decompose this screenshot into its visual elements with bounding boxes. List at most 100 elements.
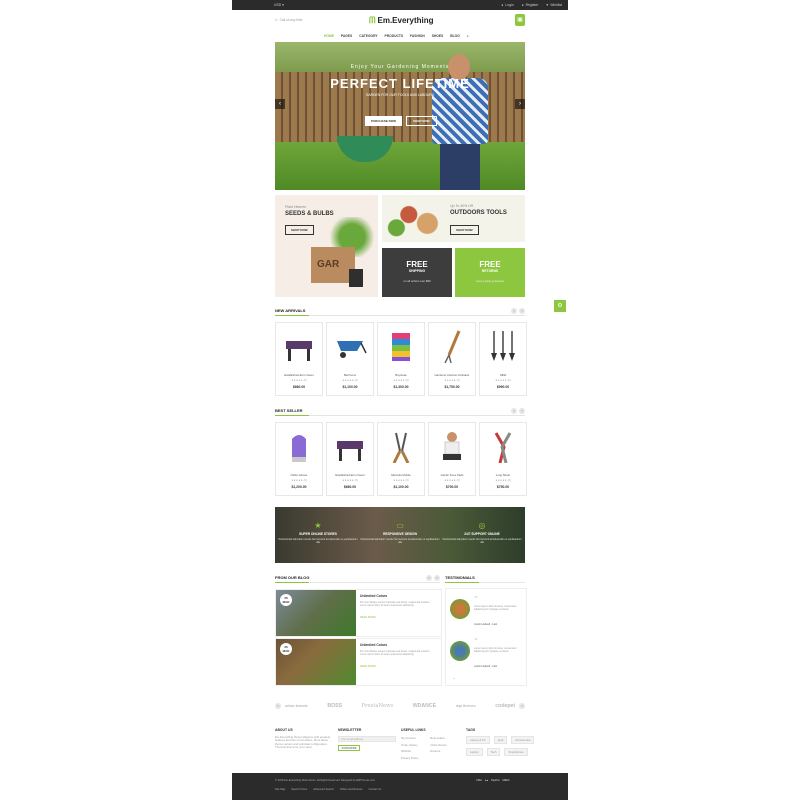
tag[interactable]: Tech: [486, 748, 501, 756]
next-arrow-icon[interactable]: ›: [519, 308, 525, 314]
product-card[interactable]: Gardio Knee Pads ★★★★★ (0) $700.00: [428, 422, 476, 496]
nav-item-home[interactable]: HOME: [324, 34, 334, 38]
product-image[interactable]: [384, 329, 418, 363]
nav-item-products[interactable]: PRODUCTS: [385, 34, 404, 38]
footer-link[interactable]: Privacy Policy: [401, 756, 418, 760]
free-returns-banner[interactable]: FREE RETURNS money back guarantee: [455, 248, 525, 297]
product-image[interactable]: [333, 329, 367, 363]
product-name[interactable]: Nitrile Gloves: [276, 473, 322, 477]
footer-bottom-link[interactable]: Advanced Search: [313, 788, 333, 791]
footer-link[interactable]: Order History: [401, 743, 418, 747]
product-card[interactable]: Buycleas ★★★★★ (0) $1,300.00: [377, 322, 425, 396]
product-image[interactable]: [435, 329, 469, 363]
footer-bottom-link[interactable]: Search Terms: [291, 788, 307, 791]
hero-prev-arrow-icon[interactable]: ‹: [275, 99, 285, 109]
product-rating: ★★★★★ (0): [291, 479, 307, 482]
blog-post[interactable]: 26 MAR Unlimited Colors Pro cum labique t…: [275, 638, 442, 686]
currency-selector[interactable]: USD ▾: [274, 3, 284, 7]
prev-arrow-icon[interactable]: ‹: [511, 308, 517, 314]
hero-next-arrow-icon[interactable]: ›: [515, 99, 525, 109]
footer-newsletter: NEWSLETTER Your email address SUBSCRIBE: [338, 728, 396, 751]
brand-logo[interactable]: urban brands: [285, 704, 308, 708]
brands-next-arrow-icon[interactable]: ›: [519, 703, 525, 709]
tools-banner[interactable]: Up To 40% Off OUTDOORS TOOLS SHOP NOW: [382, 195, 525, 242]
features-banner: ★ SUPER ONLINE STORES Perfectionisti adm…: [275, 507, 525, 563]
tag[interactable]: Ipad: [493, 736, 508, 744]
footer-link[interactable]: Wishlist: [401, 749, 418, 753]
product-card[interactable]: Gardener Lifetime Cultivator ★★★★★ (0) $1,…: [428, 322, 476, 396]
product-image[interactable]: [435, 429, 469, 463]
product-name[interactable]: Long Shear: [480, 473, 526, 477]
product-card[interactable]: NEW ★★★★★ (0) $990.00: [479, 322, 527, 396]
brand-logo[interactable]: BOSS: [327, 703, 342, 709]
product-name[interactable]: Gardio Knee Pads: [429, 473, 475, 477]
footer-link[interactable]: Order Return: [430, 743, 446, 747]
product-card[interactable]: Barrhums ★★★★★ (0) $1,100.00: [326, 322, 374, 396]
nav-item-blog[interactable]: BLOG: [450, 34, 460, 38]
brand-logo[interactable]: codepet: [495, 703, 515, 709]
product-image[interactable]: [282, 429, 316, 463]
seeds-shop-button[interactable]: SHOP NOW: [285, 225, 314, 235]
next-arrow-icon[interactable]: ›: [434, 575, 440, 581]
product-card[interactable]: Marcello Mobile ★★★★★ (0) $1,100.00: [377, 422, 425, 496]
purchase-now-button[interactable]: PURCHASE NOW: [365, 116, 403, 126]
read-more-link[interactable]: READ MORE: [360, 616, 376, 619]
product-name[interactable]: NEW: [480, 373, 526, 377]
product-card[interactable]: Established Error Facet ★★★★★ (0) $660.00: [275, 322, 323, 396]
feature-title: 24/7 SUPPORT ONLINE: [464, 532, 500, 536]
login-link[interactable]: ● Login: [501, 3, 513, 7]
nav-item-category[interactable]: CATEGORY: [359, 34, 377, 38]
blog-post-title[interactable]: Unlimited Colors: [360, 643, 387, 647]
product-name[interactable]: Established Error Facet: [327, 473, 373, 477]
blog-post-title[interactable]: Unlimited Colors: [360, 594, 387, 598]
search-icon[interactable]: ⌕: [467, 34, 469, 38]
product-image[interactable]: [333, 429, 367, 463]
nav-item-pages[interactable]: PAGES: [341, 34, 352, 38]
side-settings-button[interactable]: ⚙: [554, 300, 566, 312]
nav-item-fashion[interactable]: FASHION: [410, 34, 425, 38]
tag[interactable]: Laptop & PC: [466, 736, 490, 744]
product-card[interactable]: Nitrile Gloves ★★★★★ (0) $1,200.00: [275, 422, 323, 496]
tools-shop-button[interactable]: SHOP NOW: [450, 225, 479, 235]
brand-logo[interactable]: WDANCE: [413, 703, 436, 709]
tag[interactable]: Smartphone: [504, 748, 528, 756]
nav-item-shoes[interactable]: SHOES: [432, 34, 444, 38]
logo[interactable]: ᗰ Em.Everything: [369, 15, 434, 26]
product-name[interactable]: Gardener Lifetime Cultivator: [429, 373, 475, 377]
paypal-icon: PayPal: [491, 779, 500, 782]
tag[interactable]: Accessories: [511, 736, 535, 744]
prev-arrow-icon[interactable]: ‹: [511, 408, 517, 414]
read-more-link[interactable]: READ MORE: [360, 665, 376, 668]
next-arrow-icon[interactable]: ›: [519, 408, 525, 414]
footer-bottom-link[interactable]: Orders and Returns: [340, 788, 363, 791]
footer-bottom-link[interactable]: Site Map: [275, 788, 285, 791]
newsletter-email-input[interactable]: Your email address: [338, 736, 396, 742]
footer-bottom-link[interactable]: Contact Us: [368, 788, 381, 791]
product-card[interactable]: Established Error Facet ★★★★★ (0) $660.00: [326, 422, 374, 496]
product-image[interactable]: [384, 429, 418, 463]
product-image[interactable]: [486, 429, 520, 463]
product-name[interactable]: Barrhums: [327, 373, 373, 377]
register-link[interactable]: ● Register: [522, 3, 539, 7]
cart-button[interactable]: ▣: [515, 14, 525, 26]
footer-link[interactable]: Best sellers: [430, 736, 446, 740]
footer-link[interactable]: My Account: [401, 736, 418, 740]
brand-logo[interactable]: mpi themes: [456, 704, 476, 708]
free-shipping-banner[interactable]: FREE SHIPPING on all orders over $99: [382, 248, 452, 297]
wishlist-link[interactable]: ♥ Wishlist: [546, 3, 562, 7]
prev-arrow-icon[interactable]: ‹: [426, 575, 432, 581]
blog-post[interactable]: 26 MAR Unlimited Colors Pro cum labique t…: [275, 589, 442, 637]
product-image[interactable]: [486, 329, 520, 363]
brand-logo[interactable]: PrestaNews: [362, 703, 394, 709]
product-image[interactable]: [282, 329, 316, 363]
chevron-down-icon[interactable]: ⌄: [452, 675, 455, 680]
product-name[interactable]: Marcello Mobile: [378, 473, 424, 477]
subscribe-button[interactable]: SUBSCRIBE: [338, 745, 360, 751]
shop-now-button[interactable]: SHOP NOW: [406, 116, 437, 126]
product-card[interactable]: Long Shear ★★★★★ (0) $750.00: [479, 422, 527, 496]
tag[interactable]: Laptop: [466, 748, 483, 756]
seeds-banner[interactable]: GAR Plant Heaven SEEDS & BULBS SHOP NOW: [275, 195, 378, 297]
product-name[interactable]: Buycleas: [378, 373, 424, 377]
footer-link[interactable]: Returns: [430, 749, 446, 753]
product-name[interactable]: Established Error Facet: [276, 373, 322, 377]
